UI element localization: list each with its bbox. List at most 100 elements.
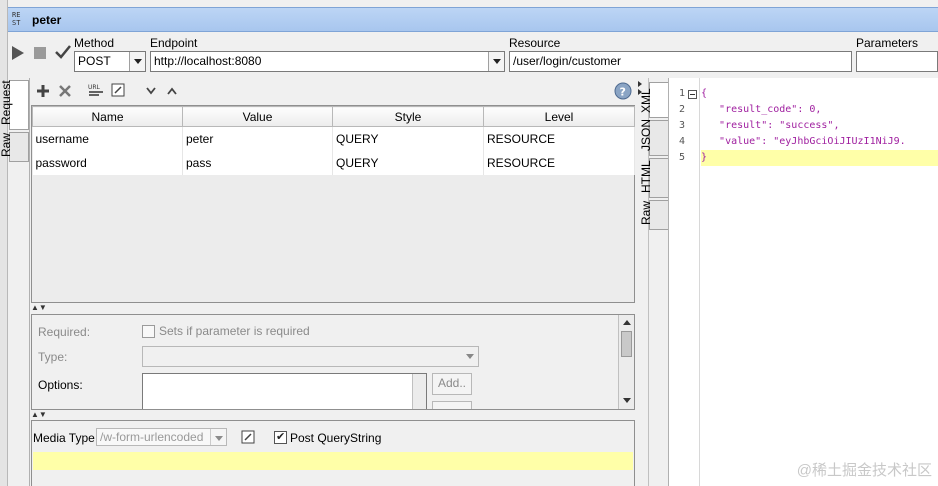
code-line: {: [701, 88, 708, 99]
add-option-button[interactable]: Add..: [432, 373, 472, 395]
chevron-down-icon[interactable]: [462, 347, 478, 366]
column-header-name[interactable]: Name: [32, 106, 183, 127]
params-table-header: Name Value Style Level: [32, 106, 635, 127]
tab-xml[interactable]: XML: [639, 82, 669, 118]
delete-icon[interactable]: [58, 84, 72, 98]
response-editor[interactable]: 1 2 3 4 5 { "result_code": 0, "result": …: [668, 78, 938, 486]
media-type-value: /w-form-urlencoded: [100, 430, 204, 444]
line-number: 4: [679, 136, 686, 147]
column-header-value[interactable]: Value: [182, 106, 333, 127]
method-value: POST: [78, 54, 111, 68]
required-label: Required:: [38, 325, 91, 339]
fold-collapse-icon[interactable]: [688, 90, 697, 99]
tab-request[interactable]: Request: [0, 80, 29, 130]
request-window-titlebar: RE ST peter: [8, 7, 938, 32]
resource-input[interactable]: /user/login/customer: [509, 51, 852, 72]
splitter-handle[interactable]: ▲▼: [31, 304, 635, 312]
type-label: Type:: [38, 350, 68, 364]
scroll-up-icon[interactable]: [622, 318, 632, 326]
resource-value: /user/login/customer: [513, 54, 622, 68]
watermark: @稀土掘金技术社区: [796, 462, 932, 479]
check-icon[interactable]: [54, 43, 72, 61]
tab-raw[interactable]: Raw: [0, 132, 29, 162]
media-type-select[interactable]: /w-form-urlencoded: [96, 428, 227, 446]
line-number-gutter: 1 2 3 4 5: [669, 78, 700, 486]
rest-icon: RE ST: [12, 11, 21, 27]
help-icon[interactable]: ?: [614, 82, 632, 100]
move-down-icon[interactable]: [146, 87, 156, 95]
scroll-down-icon[interactable]: [622, 397, 632, 405]
options-list[interactable]: [142, 373, 427, 409]
tab-html-label: HTML: [639, 160, 653, 193]
param-value-cell[interactable]: peter: [182, 126, 333, 151]
add-icon[interactable]: [36, 84, 50, 98]
remove-option-button[interactable]: [432, 401, 472, 409]
method-label: Method: [74, 36, 115, 50]
chevron-down-icon[interactable]: [488, 52, 504, 71]
column-header-level[interactable]: Level: [483, 106, 635, 127]
line-number: 3: [679, 120, 686, 131]
svg-text:?: ?: [620, 86, 626, 99]
type-select[interactable]: [142, 346, 479, 367]
parameters-input[interactable]: [856, 51, 938, 72]
param-level-cell[interactable]: RESOURCE: [483, 126, 635, 151]
param-name-cell[interactable]: username: [32, 126, 183, 151]
move-up-icon[interactable]: [167, 87, 177, 95]
splitter-handle[interactable]: ▲▼: [31, 411, 635, 419]
param-value-cell[interactable]: pass: [182, 150, 333, 175]
code-line: "value": "eyJhbGciOiJIUzI1NiJ9.: [701, 136, 906, 147]
media-type-label: Media Type: [33, 431, 95, 445]
endpoint-combobox[interactable]: http://localhost:8080: [150, 51, 505, 72]
method-select[interactable]: POST: [74, 51, 146, 72]
endpoint-value: http://localhost:8080: [154, 54, 262, 68]
edit-params-icon[interactable]: [111, 83, 125, 97]
request-toolbar: Method POST Endpoint http://localhost:80…: [8, 33, 938, 75]
params-toolbar: URL ?: [30, 78, 637, 104]
tab-raw-response-label: Raw: [639, 200, 653, 225]
post-querystring-label: Post QueryString: [290, 431, 382, 445]
options-label: Options:: [38, 378, 83, 392]
url-params-icon[interactable]: URL: [87, 82, 105, 98]
svg-text:URL: URL: [88, 84, 101, 91]
stop-icon[interactable]: [33, 46, 47, 60]
code-line: }: [701, 152, 708, 163]
window-title: peter: [32, 13, 62, 27]
code-line: "result": "success",: [701, 120, 840, 131]
post-querystring-checkbox[interactable]: [274, 430, 287, 444]
endpoint-label: Endpoint: [150, 36, 198, 50]
play-icon[interactable]: [11, 45, 25, 61]
chevron-down-icon[interactable]: [129, 52, 145, 71]
param-style-cell[interactable]: QUERY: [332, 126, 484, 151]
chevron-down-icon[interactable]: [210, 429, 226, 445]
column-header-style[interactable]: Style: [332, 106, 484, 127]
param-properties-panel: Required: Sets if parameter is required …: [31, 314, 635, 410]
properties-scrollbar[interactable]: [618, 315, 634, 409]
code-line: "result_code": 0,: [701, 104, 822, 115]
request-panel: URL ? Name Value Style Level username pe…: [29, 78, 636, 486]
tab-json-label: JSON: [639, 118, 653, 151]
tab-json[interactable]: JSON: [639, 119, 669, 156]
add-button-label: Add..: [437, 376, 467, 390]
table-row[interactable]: password pass QUERY RESOURCE: [32, 150, 635, 175]
scroll-thumb[interactable]: [621, 331, 632, 357]
params-table: Name Value Style Level username peter QU…: [31, 105, 635, 303]
tab-html[interactable]: HTML: [639, 158, 669, 198]
request-body-editor[interactable]: [33, 452, 633, 470]
param-name-cell[interactable]: password: [32, 150, 183, 175]
table-row[interactable]: username peter QUERY RESOURCE: [32, 126, 635, 151]
line-number: 1: [679, 88, 686, 99]
response-side-tabs: XML JSON HTML Raw: [639, 78, 669, 486]
tab-raw-response[interactable]: Raw: [639, 200, 669, 230]
current-line-highlight: [701, 150, 938, 166]
tab-request-label: Request: [0, 80, 13, 125]
tab-xml-label: XML: [639, 88, 653, 113]
parameters-label: Parameters: [856, 36, 919, 50]
edit-media-icon[interactable]: [241, 430, 255, 444]
param-level-cell[interactable]: RESOURCE: [483, 150, 635, 175]
options-scrollbar[interactable]: [412, 374, 426, 409]
tab-raw-label: Raw: [0, 132, 13, 157]
required-checkbox[interactable]: [142, 325, 155, 338]
window-frame-left: [0, 0, 8, 486]
media-type-panel: Media Type /w-form-urlencoded Post Query…: [31, 420, 635, 486]
param-style-cell[interactable]: QUERY: [332, 150, 484, 175]
